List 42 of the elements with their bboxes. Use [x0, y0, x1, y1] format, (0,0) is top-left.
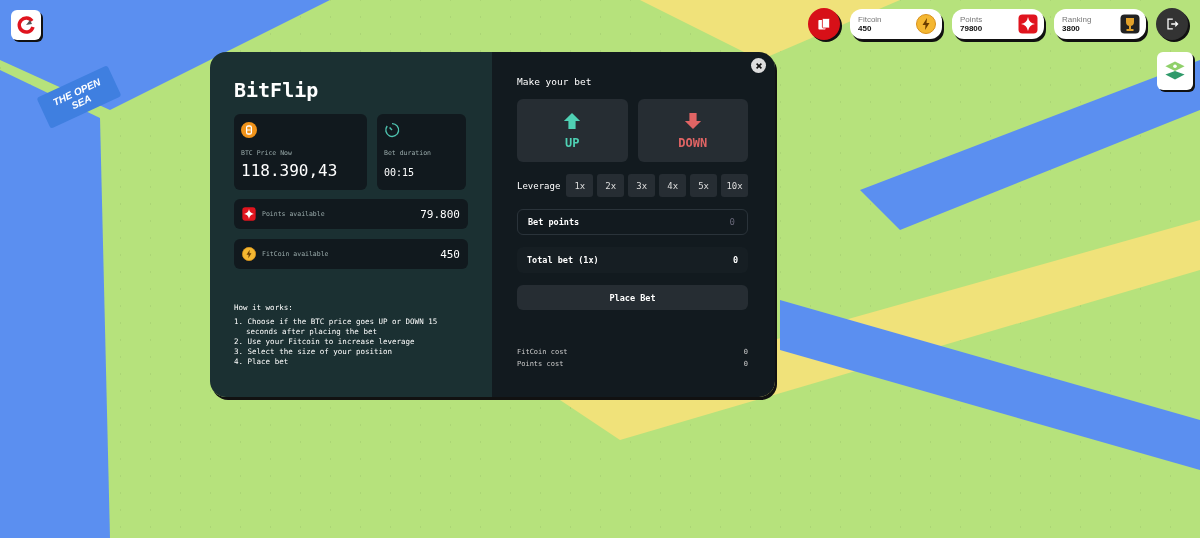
duration-value: 00:15 [384, 167, 416, 178]
timer-icon [384, 122, 400, 138]
leverage-label: Leverage [517, 180, 561, 191]
stat-label: Ranking [1062, 15, 1092, 24]
arrow-up-icon [563, 111, 582, 130]
coin-icon [916, 14, 936, 34]
bet-points-input[interactable]: 0 [579, 216, 737, 228]
cards-icon [816, 16, 832, 32]
logout-icon [1164, 16, 1180, 32]
total-value: 0 [732, 255, 738, 265]
leverage-button[interactable]: 3x [628, 174, 656, 197]
leverage-button[interactable]: 4x [659, 174, 687, 197]
leverage-button[interactable]: 10x [721, 174, 748, 197]
sparkle-icon [242, 207, 256, 221]
place-bet-button[interactable]: Place Bet [517, 285, 748, 310]
stat-value: 79800 [960, 24, 983, 33]
close-icon [754, 61, 763, 70]
section-heading: Make your bet [517, 76, 593, 87]
dialog-title: BitFlip [234, 78, 320, 102]
balance-value: 79.800 [420, 207, 460, 221]
up-button[interactable]: UP [517, 99, 628, 162]
coin-icon [242, 247, 256, 261]
stat-label: Points [960, 15, 983, 24]
total-label: Total bet (1x) [527, 255, 599, 265]
leverage-button[interactable]: 2x [597, 174, 625, 197]
map-layers-button[interactable] [1157, 52, 1193, 90]
stat-value: 3800 [1062, 24, 1081, 33]
stat-value: 450 [858, 24, 873, 33]
bet-points-field[interactable]: Bet points 0 [517, 209, 748, 235]
logo-icon [16, 15, 36, 35]
leverage-button[interactable]: 5x [690, 174, 718, 197]
logo-button[interactable] [11, 10, 41, 40]
down-button[interactable]: DOWN [637, 99, 748, 162]
arrow-down-icon [683, 111, 702, 130]
field-label: Bet points [528, 217, 580, 227]
leverage-button[interactable]: 1x [566, 174, 594, 197]
trophy-icon [1120, 14, 1140, 34]
bitcoin-icon [241, 122, 257, 138]
sparkle-icon [1018, 14, 1038, 34]
stat-label: Fitcoin [858, 15, 882, 24]
price-value: 118.390,43 [241, 161, 339, 180]
balance-value: 450 [440, 247, 460, 261]
